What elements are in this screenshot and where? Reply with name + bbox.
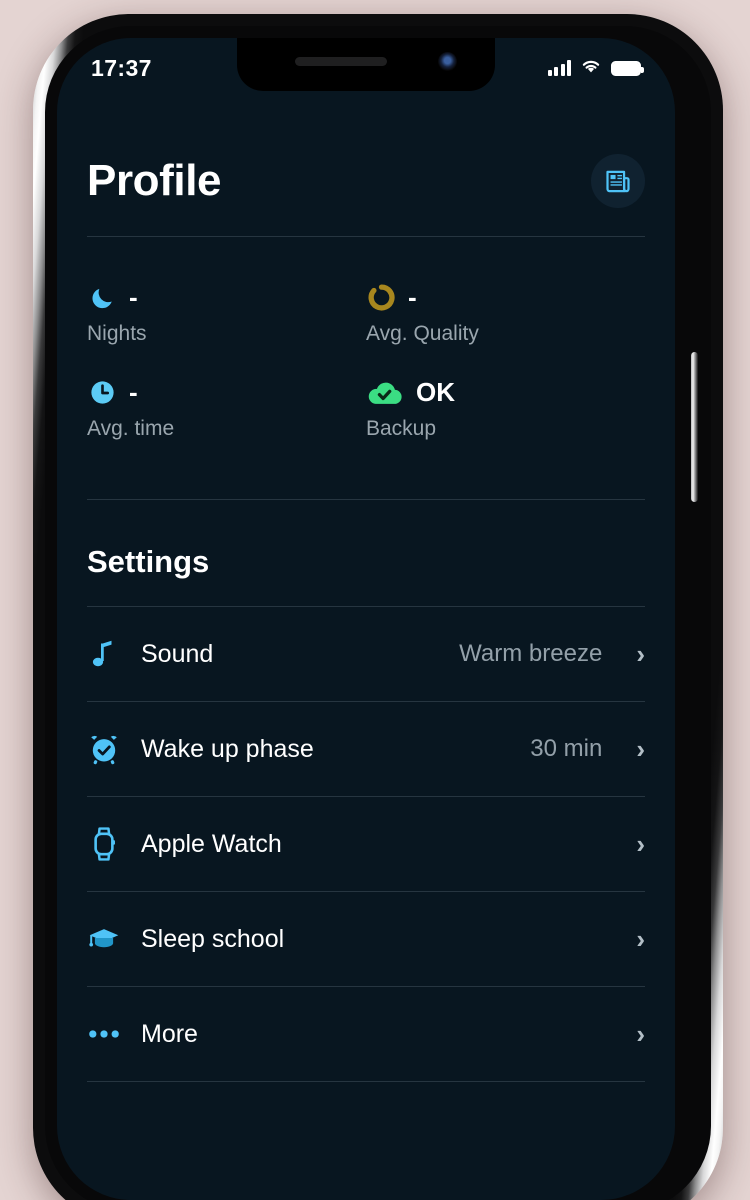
stats-grid: - Nights - Avg. Quality - Avg. time OK B… [87, 237, 645, 441]
moon-icon [87, 282, 117, 312]
stat-label: Avg. Quality [366, 322, 479, 345]
chevron-right-icon: › [636, 829, 645, 859]
graduation-cap-icon [87, 922, 121, 956]
cellular-bars-icon [547, 60, 571, 76]
stat-avg-quality: - Avg. Quality [366, 279, 645, 346]
chevron-right-icon: › [636, 924, 645, 954]
music-note-icon [87, 637, 121, 671]
settings-row-more[interactable]: More › [87, 987, 645, 1081]
apple-watch-icon [87, 827, 121, 861]
status-bar-clock: 17:37 [91, 54, 152, 81]
alarm-clock-icon [87, 732, 121, 766]
settings-row-value: 30 min [530, 735, 603, 762]
chevron-right-icon: › [636, 639, 645, 669]
battery-fill [613, 62, 639, 74]
chevron-right-icon: › [636, 1019, 645, 1049]
settings-row-label: Sound [141, 639, 214, 668]
settings-row-label: Sleep school [141, 924, 285, 953]
settings-row-apple-watch[interactable]: Apple Watch › [87, 797, 645, 891]
cloud-check-icon [366, 377, 404, 407]
settings-row-label: Wake up phase [141, 734, 314, 763]
settings-row-value: Warm breeze [459, 640, 603, 667]
stat-label: Avg. time [87, 417, 175, 440]
stat-value: - [129, 377, 138, 407]
stat-label: Nights [87, 322, 147, 345]
status-bar: 17:37 [57, 38, 675, 92]
stat-value: - [408, 282, 417, 312]
app-content: Profile - Nights - Avg. Quality - Avg. t… [57, 92, 675, 1200]
settings-row-label: More [141, 1019, 198, 1048]
quality-ring-icon [366, 282, 396, 312]
ellipsis-icon [87, 1017, 121, 1051]
settings-row-wake-up-phase[interactable]: Wake up phase 30 min › [87, 702, 645, 796]
newspaper-icon [606, 170, 630, 193]
stat-avg-time: - Avg. time [87, 374, 366, 441]
power-button[interactable] [691, 352, 698, 502]
page-title: Profile [87, 156, 222, 205]
stat-label: Backup [366, 417, 437, 440]
phone-screen: 17:37 Profile - Nights - Avg. Quality - … [57, 38, 675, 1200]
chevron-right-icon: › [636, 734, 645, 764]
clock-icon [87, 377, 117, 407]
stat-backup: OK Backup [366, 374, 645, 441]
battery-full-icon [611, 60, 644, 76]
wifi-icon [580, 58, 602, 79]
stat-value: OK [416, 377, 455, 407]
status-bar-icons [547, 58, 644, 79]
settings-row-sleep-school[interactable]: Sleep school › [87, 892, 645, 986]
settings-title: Settings [87, 544, 210, 579]
stat-nights: - Nights [87, 279, 366, 346]
settings-row-sound[interactable]: Sound Warm breeze › [87, 607, 645, 701]
row-divider [87, 1081, 645, 1082]
settings-row-label: Apple Watch [141, 829, 282, 858]
stat-value: - [129, 282, 138, 312]
phone-frame: 17:37 Profile - Nights - Avg. Quality - … [33, 14, 723, 1200]
journal-button[interactable] [591, 154, 645, 208]
profile-header: Profile [87, 92, 645, 236]
